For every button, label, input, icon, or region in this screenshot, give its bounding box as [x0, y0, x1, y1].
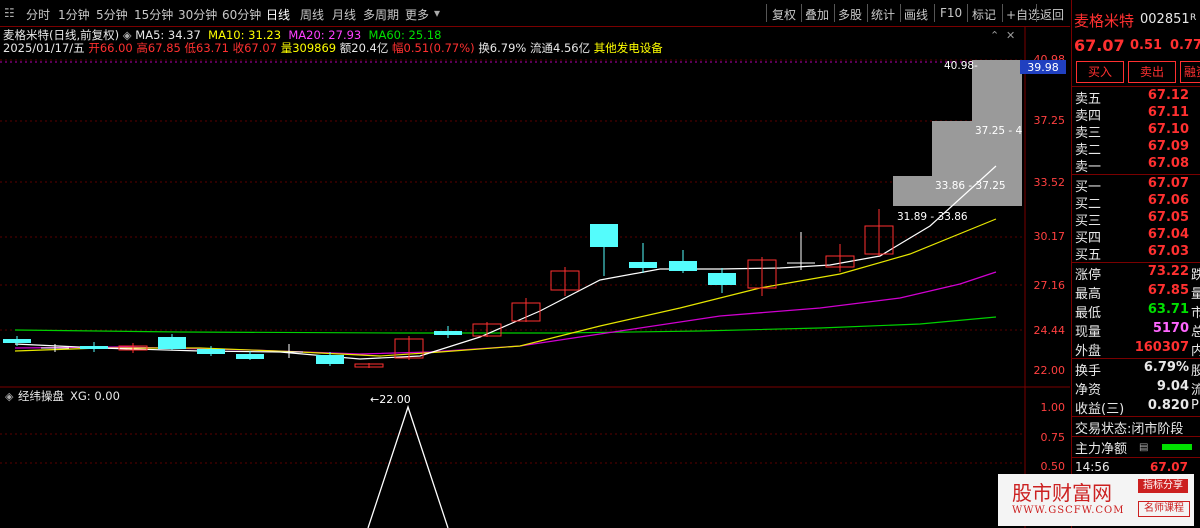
stock-code: 002851 — [1140, 12, 1190, 27]
quote-panel: 麦格米特 002851 R 67.07 0.51 0.77% 买入 卖出 融资 … — [1071, 0, 1200, 528]
tab-5min[interactable]: 5分钟 — [96, 6, 128, 23]
add-watchlist-button[interactable]: +自选 — [1006, 6, 1040, 23]
tab-more[interactable]: 更多 — [405, 6, 429, 23]
chip-label: 37.25 - 4 — [975, 125, 1023, 137]
fuquan-button[interactable]: 复权 — [772, 6, 796, 23]
indicator-settings-icon[interactable]: ◈ — [5, 390, 14, 403]
watermark-logo: 股市财富网 WWW.GSCFW.COM 指标分享 名师课程 — [998, 474, 1194, 526]
capital-label: 主力净额 — [1075, 442, 1128, 457]
pct-change: 0.77% — [1170, 38, 1200, 53]
tick-time: 14:56 — [1075, 460, 1110, 474]
price-change: 0.51 — [1130, 38, 1163, 53]
axis-label: 22.00 — [1034, 364, 1066, 377]
stat-row: 现量 5170 总 — [1075, 321, 1200, 340]
tab-fenshi[interactable]: 分时 — [26, 6, 50, 23]
chip-label: 33.86 - 37.25 — [935, 180, 1006, 192]
candle — [434, 326, 462, 338]
margin-button[interactable]: 融资 — [1180, 61, 1200, 83]
stats-button[interactable]: 统计 — [871, 6, 895, 23]
stat-row: 最低 63.71 市 — [1075, 302, 1200, 321]
list-icon[interactable]: ▤ — [1139, 442, 1148, 453]
tab-15min[interactable]: 15分钟 — [134, 6, 173, 23]
candle — [669, 250, 697, 273]
candle — [550, 267, 580, 296]
candle — [80, 342, 108, 352]
candle — [825, 244, 855, 272]
candle — [590, 224, 618, 276]
stock-name: 麦格米特 — [1074, 12, 1135, 30]
indicator-name: 经纬操盘 — [18, 389, 64, 403]
mark-button[interactable]: 标记 — [972, 6, 996, 23]
axis-label: 0.75 — [1041, 431, 1066, 444]
tab-60min[interactable]: 60分钟 — [222, 6, 261, 23]
ma10-line — [14, 218, 997, 357]
capital-bar — [1162, 444, 1192, 450]
xg-signal-line — [367, 404, 449, 528]
candle — [158, 334, 186, 350]
chip-block — [972, 60, 1022, 121]
f10-button[interactable]: F10 — [940, 6, 962, 20]
axis-label: 1.00 — [1041, 401, 1066, 414]
stat-row: 外盘 160307 内 — [1075, 340, 1200, 359]
candle — [511, 298, 541, 322]
period-toolbar: ☷ 分时 1分钟 5分钟 15分钟 30分钟 60分钟 日线 周线 月线 多周期… — [0, 0, 1070, 27]
stat-row: 最高 67.85 量 — [1075, 283, 1200, 302]
tab-monthly[interactable]: 月线 — [332, 6, 356, 23]
candle — [708, 268, 736, 293]
tab-1min[interactable]: 1分钟 — [58, 6, 90, 23]
current-price-marker-text: 39.98 — [1027, 61, 1059, 74]
buy-button[interactable]: 买入 — [1076, 61, 1124, 83]
chip-label: 31.89 - 33.86 — [897, 211, 968, 223]
sell-button[interactable]: 卖出 — [1128, 61, 1176, 83]
stat-row: 收益(三)0.820PE — [1075, 398, 1200, 417]
stat-row: 净资 9.04 流 — [1075, 379, 1200, 398]
overlay-button[interactable]: 叠加 — [805, 6, 829, 23]
stat-row: 换手 6.79% 股 — [1075, 360, 1200, 379]
axis-label: 30.17 — [1034, 230, 1066, 243]
candle — [354, 363, 384, 368]
bid-row: 买五 67.03 — [1075, 244, 1189, 263]
ma60-line — [14, 316, 997, 334]
rz-badge: R — [1190, 13, 1197, 23]
tab-30min[interactable]: 30分钟 — [178, 6, 217, 23]
candle — [629, 243, 657, 273]
axis-label: 24.44 — [1034, 324, 1066, 337]
tab-multi-period[interactable]: 多周期 — [363, 6, 399, 23]
axis-label: 0.50 — [1041, 460, 1066, 473]
back-button[interactable]: 返回 — [1040, 6, 1064, 23]
tab-daily[interactable]: 日线 — [266, 6, 290, 23]
candle — [787, 232, 815, 270]
draw-button[interactable]: 画线 — [904, 6, 928, 23]
axis-label: 33.52 — [1034, 176, 1066, 189]
candle — [864, 209, 894, 256]
candle — [236, 351, 264, 360]
stat-row: 涨停 73.22 跌 — [1075, 264, 1200, 283]
trade-status: 交易状态:闭市阶段 — [1075, 422, 1184, 437]
menu-icon[interactable]: ☷ — [4, 6, 15, 20]
chevron-down-icon[interactable]: ▾ — [434, 6, 440, 20]
kline-chart[interactable]: 40.98- 37.25 - 4 33.86 - 37.25 31.89 - 3… — [0, 26, 1070, 528]
multi-stock-button[interactable]: 多股 — [838, 6, 862, 23]
chip-label: 40.98- — [944, 60, 978, 72]
indicator-value: XG: 0.00 — [70, 389, 120, 403]
tab-weekly[interactable]: 周线 — [300, 6, 324, 23]
low-price-label: ←22.00 — [370, 393, 411, 406]
last-price: 67.07 — [1074, 36, 1125, 55]
ask-row: 卖一 67.08 — [1075, 156, 1189, 175]
tick-price: 67.07 — [1150, 460, 1188, 474]
axis-label: 27.16 — [1034, 279, 1066, 292]
axis-label: 37.25 — [1034, 114, 1066, 127]
